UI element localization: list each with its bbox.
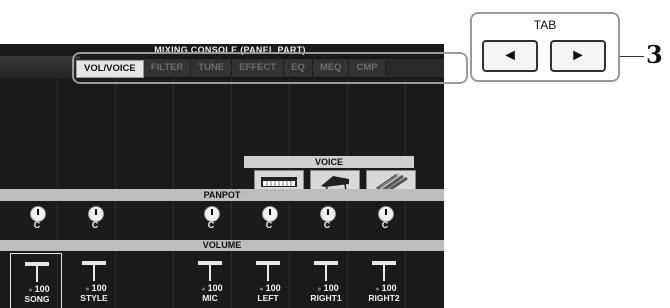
panpot-value: C — [91, 220, 99, 230]
callout-leader-line — [620, 56, 644, 57]
panpot-knob-style[interactable]: C — [82, 204, 108, 232]
channel-name: RIGHT1 — [310, 293, 342, 303]
panpot-knob-mic[interactable]: C — [198, 204, 224, 232]
panpot-knob-song[interactable]: C — [24, 204, 50, 232]
panpot-value: C — [381, 220, 389, 230]
panpot-value: C — [323, 220, 331, 230]
tab-row-highlight — [72, 52, 468, 84]
volume-value: 100 — [34, 284, 50, 294]
channel-name: STYLE — [80, 293, 108, 303]
channel-name: MIC — [202, 293, 218, 303]
volume-fader-right2[interactable]: ● 100 RIGHT2 — [358, 253, 410, 308]
panpot-value: C — [207, 220, 215, 230]
tab-left-button[interactable]: ◄ — [482, 40, 538, 72]
panpot-value: C — [265, 220, 273, 230]
volume-value: 100 — [91, 283, 107, 293]
arrow-left-icon: ◄ — [502, 47, 518, 64]
channel-name: RIGHT2 — [368, 293, 400, 303]
volume-value: 100 — [381, 283, 397, 293]
voice-label: VOICE — [244, 156, 414, 168]
panpot-label: PANPOT — [0, 189, 444, 201]
tab-right-button[interactable]: ► — [550, 40, 606, 72]
channel-name: LEFT — [257, 293, 279, 303]
volume-fader-style[interactable]: ● 100 STYLE — [68, 253, 120, 308]
volume-value: 100 — [323, 283, 339, 293]
panpot-value: C — [33, 220, 41, 230]
panpot-knob-right1[interactable]: C — [314, 204, 340, 232]
volume-fader-right1[interactable]: ● 100 RIGHT1 — [300, 253, 352, 308]
volume-value: 100 — [265, 283, 281, 293]
volume-label: VOLUME — [0, 240, 444, 251]
volume-fader-mic[interactable]: ● 100 MIC — [184, 253, 236, 308]
volume-value: 100 — [207, 283, 223, 293]
panpot-knob-left[interactable]: C — [256, 204, 282, 232]
arrow-right-icon: ► — [570, 47, 586, 64]
title-bar-left — [0, 56, 80, 78]
tab-buttons-callout: TAB ◄ ► — [470, 12, 620, 82]
step-number: 3 — [646, 40, 663, 69]
channel-name: SONG — [24, 294, 50, 304]
volume-fader-left[interactable]: ● 100 LEFT — [242, 253, 294, 308]
volume-fader-song[interactable]: ● 100 SONG — [10, 253, 62, 308]
tab-buttons-title: TAB — [533, 18, 557, 32]
panpot-knob-right2[interactable]: C — [372, 204, 398, 232]
